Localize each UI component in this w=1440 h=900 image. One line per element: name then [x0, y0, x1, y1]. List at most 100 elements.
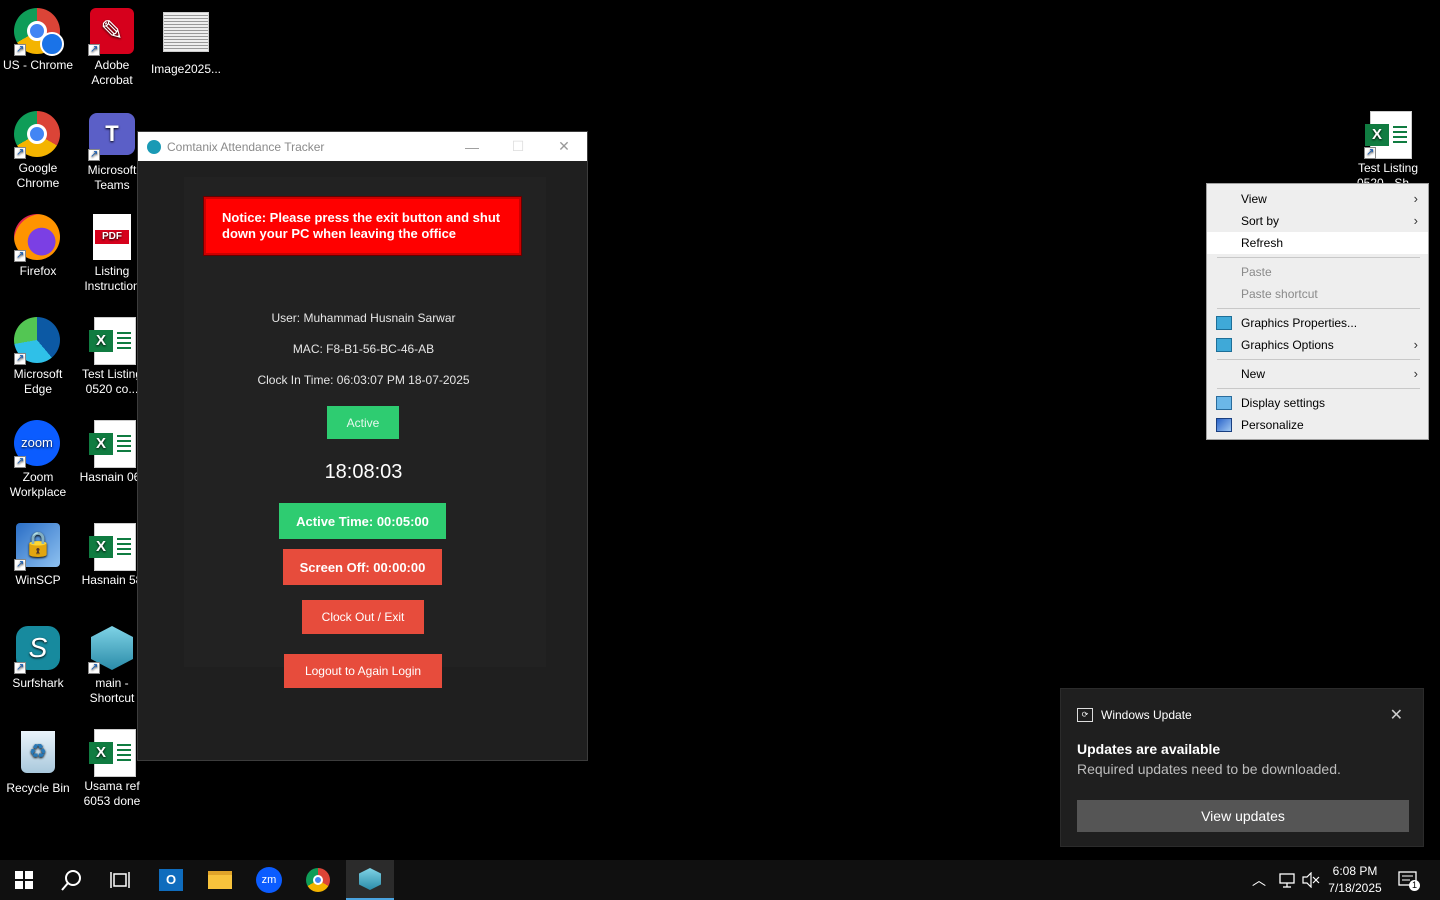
excel-file-icon: X [1365, 111, 1412, 159]
taskbar-outlook[interactable]: O [147, 860, 195, 900]
menu-item-new[interactable]: New › [1207, 363, 1428, 385]
desktop-context-menu: View › Sort by › Refresh Paste Paste short… [1206, 183, 1429, 440]
window-content: Notice: Please press the exit button and… [138, 161, 587, 761]
menu-item-view[interactable]: View › [1207, 188, 1428, 210]
shortcut-arrow-icon [88, 42, 100, 57]
menu-item-label: Personalize [1241, 418, 1304, 432]
volume-muted-icon [1302, 872, 1320, 888]
desktop-icon-us-chrome[interactable]: US - Chrome [0, 8, 76, 73]
shortcut-arrow-icon [14, 557, 26, 572]
desktop-icon-zoom-workplace[interactable]: zoom Zoom Workplace [0, 420, 76, 500]
profile-icon [40, 32, 64, 56]
menu-item-graphics-options[interactable]: Graphics Options › [1207, 334, 1428, 356]
shortcut-arrow-icon [1364, 145, 1376, 160]
menu-item-refresh[interactable]: Refresh [1207, 232, 1428, 254]
menu-item-paste[interactable]: Paste [1207, 261, 1428, 283]
minimize-button[interactable]: — [449, 132, 495, 161]
chevron-right-icon: › [1413, 191, 1418, 206]
excel-file-icon: X [89, 729, 136, 777]
shortcut-arrow-icon [88, 147, 100, 162]
desktop-icon-google-chrome[interactable]: Google Chrome [0, 111, 76, 191]
icon-label: Zoom Workplace [9, 470, 67, 499]
icon-label: US - Chrome [2, 58, 73, 72]
graphics-icon [1216, 338, 1232, 352]
monitor-icon [1216, 396, 1232, 410]
desktop-icon-microsoft-edge[interactable]: Microsoft Edge [0, 317, 76, 397]
menu-item-label: Display settings [1241, 396, 1326, 410]
status-badge: Active [327, 406, 399, 439]
attendance-tracker-window: Comtanix Attendance Tracker — ☐ ✕ Notice… [137, 131, 588, 761]
graphics-icon [1216, 316, 1232, 330]
desktop-icon-winscp[interactable]: 🔒 WinSCP [0, 523, 76, 588]
excel-file-icon: X [89, 523, 136, 571]
network-status[interactable] [1278, 860, 1296, 900]
clock-in-label: Clock In Time: 06:03:07 PM 18-07-2025 [257, 373, 470, 387]
desktop-icon-recycle-bin[interactable]: ♻ Recycle Bin [0, 729, 76, 796]
menu-item-graphics-properties[interactable]: Graphics Properties... [1207, 312, 1428, 334]
maximize-button[interactable]: ☐ [495, 132, 541, 161]
excel-file-icon: X [89, 420, 136, 468]
shortcut-arrow-icon [14, 145, 26, 160]
desktop-icon-test-listing-sh[interactable]: X Test Listing 0520 - Sh... [1350, 111, 1426, 183]
windows-update-notification: ⟳ Windows Update ✕ Updates are available … [1060, 688, 1424, 847]
icon-label: Surfshark [12, 676, 64, 690]
windows-logo-icon [15, 871, 33, 889]
user-label: User: Muhammad Husnain Sarwar [271, 311, 456, 325]
show-hidden-icons[interactable]: ︿ [1252, 860, 1266, 900]
chrome-icon [306, 868, 330, 892]
clock-time: 6:08 PM [1332, 864, 1378, 878]
menu-item-label: Graphics Properties... [1241, 316, 1358, 330]
icon-label: Firefox [19, 264, 57, 278]
mac-label: MAC: F8-B1-56-BC-46-AB [292, 342, 435, 356]
taskbar: O zm ︿ 6:08 PM 7/18/2025 1 [0, 860, 1440, 900]
chevron-right-icon: › [1413, 213, 1418, 228]
menu-item-label: Paste shortcut [1241, 287, 1318, 301]
window-titlebar[interactable]: Comtanix Attendance Tracker — ☐ ✕ [138, 132, 587, 161]
taskbar-attendance-tracker[interactable] [346, 860, 394, 900]
excel-file-icon: X [89, 317, 136, 365]
window-title: Comtanix Attendance Tracker [167, 139, 325, 154]
notification-title: Updates are available [1077, 741, 1221, 757]
menu-separator [1217, 388, 1420, 389]
menu-item-sort-by[interactable]: Sort by › [1207, 210, 1428, 232]
notification-body: Required updates need to be downloaded. [1077, 761, 1341, 777]
app-icon [147, 139, 161, 154]
close-button[interactable]: ✕ [541, 132, 587, 161]
desktop-icon-surfshark[interactable]: S Surfshark [0, 626, 76, 691]
logout-button[interactable]: Logout to Again Login [284, 654, 442, 688]
menu-item-label: Refresh [1241, 236, 1284, 250]
view-updates-button[interactable]: View updates [1077, 800, 1409, 832]
desktop-icon-adobe-acrobat[interactable]: ✎ Adobe Acrobat [74, 8, 150, 88]
icon-label: WinSCP [15, 573, 61, 587]
task-view-button[interactable] [96, 860, 144, 900]
menu-separator [1217, 359, 1420, 360]
close-icon[interactable]: ✕ [1390, 705, 1403, 725]
desktop-icon-image2025[interactable]: Image2025... [148, 8, 224, 77]
clock-out-button[interactable]: Clock Out / Exit [302, 600, 424, 634]
search-button[interactable] [48, 860, 96, 900]
desktop-icon-firefox[interactable]: Firefox [0, 214, 76, 279]
menu-item-label: Graphics Options [1241, 338, 1334, 352]
clock-date: 7/18/2025 [1328, 881, 1382, 895]
menu-item-paste-shortcut[interactable]: Paste shortcut [1207, 283, 1428, 305]
notification-count-badge: 1 [1409, 879, 1420, 891]
system-clock[interactable]: 6:08 PM 7/18/2025 [1322, 863, 1388, 897]
chevron-right-icon: › [1413, 337, 1418, 352]
notice-banner: Notice: Please press the exit button and… [204, 197, 521, 255]
taskbar-zoom[interactable]: zm [245, 860, 293, 900]
taskbar-chrome[interactable] [294, 860, 342, 900]
update-icon: ⟳ [1077, 708, 1093, 722]
start-button[interactable] [0, 860, 48, 900]
task-view-icon [110, 872, 130, 888]
volume-control[interactable] [1302, 860, 1320, 900]
hexagon-app-icon [359, 868, 381, 890]
shortcut-arrow-icon [14, 248, 26, 263]
menu-item-display-settings[interactable]: Display settings [1207, 392, 1428, 414]
taskbar-file-explorer[interactable] [196, 860, 244, 900]
folder-icon [208, 871, 232, 889]
icon-label: Test Listing 0520 - Sh... [1356, 161, 1420, 183]
current-clock: 18:08:03 [324, 461, 403, 483]
menu-item-label: Sort by [1241, 214, 1280, 228]
action-center-button[interactable]: 1 [1398, 860, 1429, 900]
menu-item-personalize[interactable]: Personalize [1207, 414, 1428, 436]
